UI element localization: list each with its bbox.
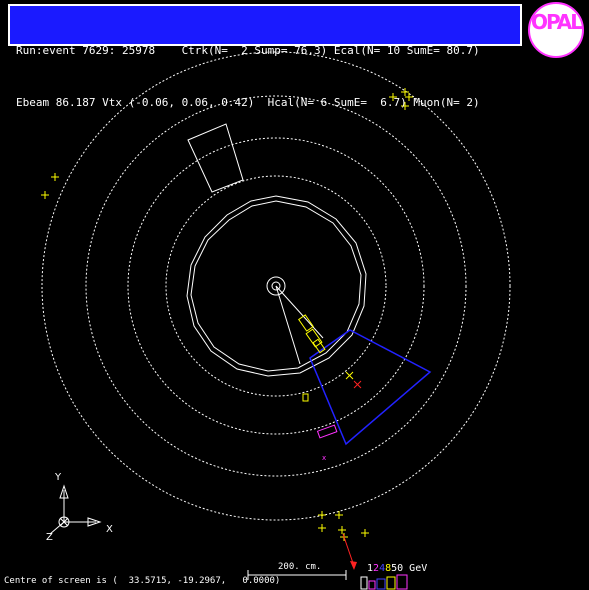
- muon-hits-center: [345, 371, 362, 389]
- magenta-marker: x: [322, 454, 326, 462]
- magenta-cluster: [316, 424, 338, 439]
- muon-arrowhead: [350, 561, 357, 570]
- ecal-hits: [298, 314, 326, 402]
- energy-scale-legend: 124850 GeV: [367, 563, 427, 574]
- axis-label-z: Z: [46, 532, 53, 543]
- muon-crosses: [41, 88, 413, 541]
- centre-of-screen-text: Centre of screen is ( 33.5715, -19.2967,…: [4, 576, 281, 586]
- event-header: Run:event 7629: 25978 Ctrk(N= 2 Sump= 76…: [8, 4, 522, 109]
- header-line-1: Run:event 7629: 25978 Ctrk(N= 2 Sump= 76…: [16, 44, 480, 57]
- muon-chamber-box: [187, 123, 244, 193]
- axis-label-y: Y: [55, 472, 62, 483]
- energy-value-50: 50 GeV: [391, 563, 428, 574]
- axis-label-x: X: [106, 524, 113, 535]
- energy-scale-bars: [360, 574, 408, 590]
- track-1: [275, 285, 324, 339]
- logo-text: OPAL: [530, 10, 583, 34]
- track-2: [275, 285, 301, 365]
- header-line-2: Ebeam 86.187 Vtx (-0.06, 0.06, 0.42) Hca…: [16, 96, 480, 109]
- muon-arrow: [342, 533, 355, 567]
- hcal-cluster: [309, 329, 432, 446]
- opal-logo: OPAL: [528, 2, 584, 58]
- axis-gizmo: [49, 484, 102, 535]
- scale-label: 200. cm.: [278, 562, 322, 572]
